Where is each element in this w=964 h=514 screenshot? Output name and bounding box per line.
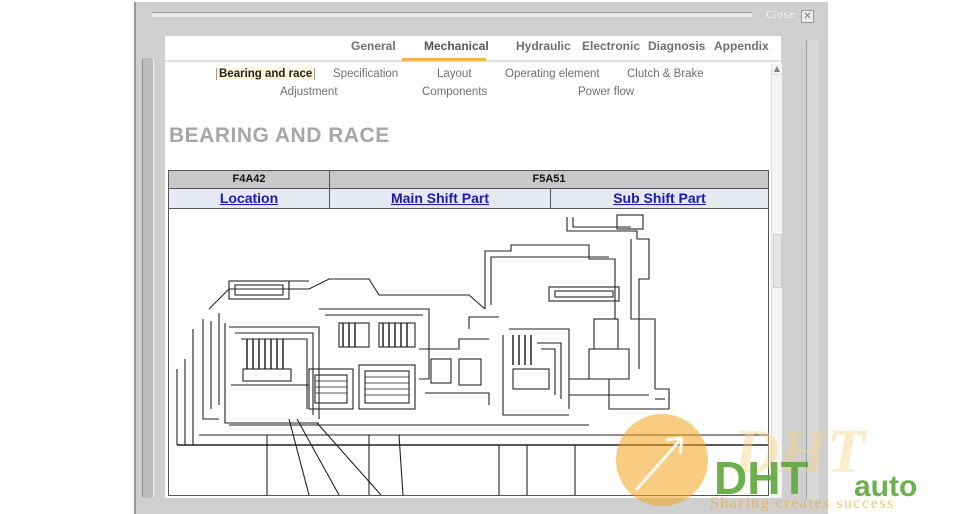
row-divider (169, 188, 768, 189)
transmission-cross-section-diagram (176, 214, 768, 495)
page-title: BEARING AND RACE (169, 124, 390, 147)
header-f4a42: F4A42 (169, 171, 329, 188)
main-tabs: General Mechanical Hydraulic Electronic … (165, 36, 781, 62)
close-icon[interactable]: ✕ (801, 10, 814, 23)
window-right-rail (806, 40, 819, 500)
subnav-clutch-brake[interactable]: Clutch & Brake (627, 68, 704, 80)
vertical-scrollbar[interactable]: ▲ (771, 64, 782, 498)
tab-appendix[interactable]: Appendix (714, 39, 769, 53)
close-label[interactable]: Close (766, 10, 796, 21)
subnav-layout[interactable]: Layout (437, 68, 472, 80)
window-left-rail (142, 58, 154, 498)
subnav-adjustment[interactable]: Adjustment (280, 86, 338, 98)
location-link[interactable]: Location (169, 189, 329, 208)
column-divider (550, 189, 551, 208)
active-tab-indicator (402, 58, 486, 61)
tab-hydraulic[interactable]: Hydraulic (516, 39, 571, 53)
subnav-components[interactable]: Components (422, 86, 487, 98)
bearing-table: F4A42 F5A51 Location Main Shift Part Sub… (168, 170, 769, 496)
watermark-brand-suffix: auto (854, 470, 917, 503)
subnav-power-flow[interactable]: Power flow (578, 86, 634, 98)
sub-shift-part-link[interactable]: Sub Shift Part (551, 189, 768, 208)
subnav-operating-element[interactable]: Operating element (505, 68, 600, 80)
subnav-specification[interactable]: Specification (333, 68, 398, 80)
window-top-bevel (152, 12, 752, 17)
tab-general[interactable]: General (351, 39, 396, 53)
main-shift-part-link[interactable]: Main Shift Part (330, 189, 550, 208)
tab-diagnosis[interactable]: Diagnosis (648, 39, 705, 53)
tab-mechanical[interactable]: Mechanical (424, 39, 489, 53)
subnav-bearing-and-race[interactable]: Bearing and race (216, 68, 316, 80)
column-divider (329, 171, 330, 208)
tab-electronic[interactable]: Electronic (582, 39, 640, 53)
scroll-up-arrow-icon[interactable]: ▲ (772, 64, 782, 75)
header-f5a51: F5A51 (330, 171, 768, 188)
scroll-thumb[interactable] (773, 234, 782, 288)
